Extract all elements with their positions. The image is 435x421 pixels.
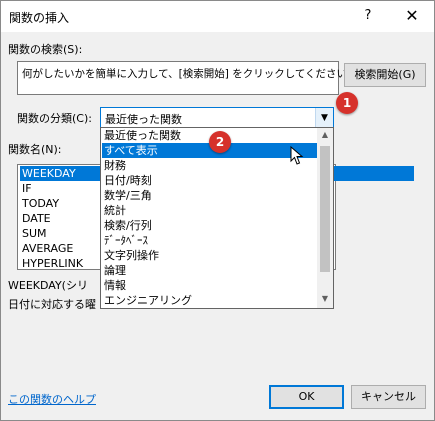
dropdown-option[interactable]: 情報 (102, 278, 317, 293)
function-description: 日付に対応する曜 (8, 298, 96, 311)
dropdown-scrollbar[interactable]: ▲ ▼ (317, 128, 333, 308)
list-item[interactable]: IF (20, 181, 32, 196)
category-label: 関数の分類(C): (17, 112, 92, 125)
mouse-cursor-icon (290, 146, 304, 165)
dropdown-option[interactable]: 統計 (102, 203, 317, 218)
dialog-title: 関数の挿入 (9, 11, 70, 25)
search-input[interactable]: 何がしたいかを簡単に入力して、[検索開始] をクリックしてください。 (17, 61, 358, 95)
dropdown-option[interactable]: ﾃﾞｰﾀﾍﾞｰｽ (102, 233, 317, 248)
function-name-label: 関数名(N): (8, 143, 62, 156)
list-item[interactable]: HYPERLINK (20, 256, 83, 271)
dropdown-option[interactable]: 財務 (102, 158, 317, 173)
search-text: 何がしたいかを簡単に入力して、[検索開始] をクリックしてください。 (22, 68, 358, 80)
dropdown-option[interactable]: 日付/時刻 (102, 173, 317, 188)
search-label: 関数の検索(S): (8, 43, 83, 56)
list-item[interactable]: TODAY (20, 196, 59, 211)
list-item[interactable]: DATE (20, 211, 51, 226)
category-select[interactable]: 最近使った関数 ▼ (100, 107, 334, 129)
list-item[interactable]: SUM (20, 226, 47, 241)
close-icon[interactable]: ✕ (399, 5, 425, 27)
search-start-button[interactable]: 検索開始(G) (344, 63, 426, 87)
scrollbar-thumb[interactable] (320, 146, 330, 272)
chevron-down-icon[interactable]: ▼ (315, 108, 333, 128)
insert-function-dialog: 関数の挿入 ? ✕ 関数の検索(S): 何がしたいかを簡単に入力して、[検索開始… (0, 0, 435, 421)
dropdown-option[interactable]: 検索/行列 (102, 218, 317, 233)
dropdown-option[interactable]: エンジニアリング (102, 293, 317, 308)
category-value: 最近使った関数 (105, 113, 182, 126)
dropdown-option[interactable]: 文字列操作 (102, 248, 317, 263)
ok-button[interactable]: OK (269, 385, 344, 409)
title-bar: 関数の挿入 ? ✕ (1, 1, 434, 32)
function-signature: WEEKDAY(シリ (8, 279, 88, 292)
callout-badge-2: 2 (209, 131, 231, 153)
scroll-down-icon[interactable]: ▼ (317, 294, 333, 303)
list-item[interactable]: AVERAGE (20, 241, 73, 256)
function-help-link[interactable]: この関数のヘルプ (8, 391, 96, 407)
dropdown-option[interactable]: 論理 (102, 263, 317, 278)
scroll-up-icon[interactable]: ▲ (317, 130, 333, 139)
help-icon[interactable]: ? (356, 5, 380, 27)
dropdown-option[interactable]: 数学/三角 (102, 188, 317, 203)
callout-badge-1: 1 (336, 92, 358, 114)
cancel-button[interactable]: キャンセル (351, 385, 426, 409)
